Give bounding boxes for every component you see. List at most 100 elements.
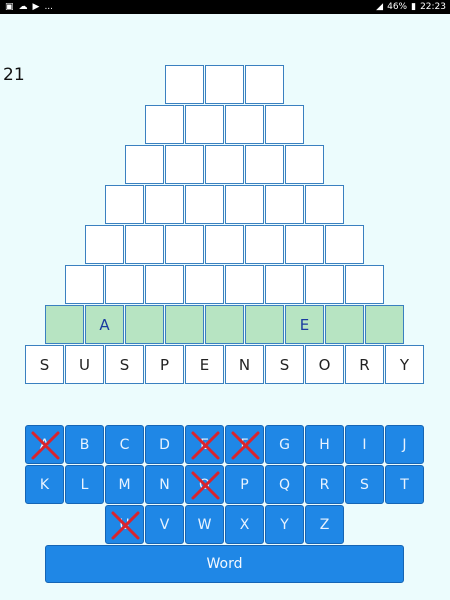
pyramid-cell: O <box>305 345 344 384</box>
pyramid-cell <box>105 185 144 224</box>
key-k[interactable]: K <box>25 465 64 504</box>
pyramid-cell: A <box>85 305 124 344</box>
key-label: R <box>319 476 330 493</box>
word-button[interactable]: Word <box>45 545 404 583</box>
key-label: P <box>240 476 249 493</box>
pyramid-cell <box>205 225 244 264</box>
key-z[interactable]: Z <box>305 505 344 544</box>
key-label: Q <box>278 476 291 493</box>
pyramid-cell <box>265 265 304 304</box>
key-v[interactable]: V <box>145 505 184 544</box>
key-g[interactable]: G <box>265 425 304 464</box>
key-q[interactable]: Q <box>265 465 304 504</box>
key-label: E <box>200 436 209 453</box>
pyramid-cell <box>165 145 204 184</box>
pyramid-cell <box>245 65 284 104</box>
key-s[interactable]: S <box>345 465 384 504</box>
key-c[interactable]: C <box>105 425 144 464</box>
key-label: Y <box>280 516 289 533</box>
key-label: K <box>39 476 50 493</box>
pyramid-cell <box>305 185 344 224</box>
key-r[interactable]: R <box>305 465 344 504</box>
key-u[interactable]: U <box>105 505 144 544</box>
pyramid-cell <box>45 305 84 344</box>
pyramid-cell: S <box>265 345 304 384</box>
word-pyramid: AESUSPENSORY <box>0 0 450 400</box>
pyramid-cell: R <box>345 345 384 384</box>
pyramid-cell <box>65 265 104 304</box>
pyramid-cell <box>225 265 264 304</box>
pyramid-cell: P <box>145 345 184 384</box>
key-a[interactable]: A <box>25 425 64 464</box>
key-w[interactable]: W <box>185 505 224 544</box>
key-label: M <box>118 476 131 493</box>
key-label: S <box>360 476 369 493</box>
pyramid-cell <box>265 185 304 224</box>
pyramid-cell <box>245 145 284 184</box>
pyramid-cell <box>325 305 364 344</box>
key-y[interactable]: Y <box>265 505 304 544</box>
pyramid-cell <box>245 305 284 344</box>
key-m[interactable]: M <box>105 465 144 504</box>
key-label: O <box>198 476 211 493</box>
pyramid-cell <box>125 145 164 184</box>
pyramid-cell: N <box>225 345 264 384</box>
pyramid-cell <box>285 225 324 264</box>
key-label: J <box>402 436 407 453</box>
key-f[interactable]: F <box>225 425 264 464</box>
key-label: A <box>39 436 50 453</box>
pyramid-cell <box>225 105 264 144</box>
pyramid-cell <box>145 265 184 304</box>
pyramid-cell: S <box>105 345 144 384</box>
pyramid-cell <box>325 225 364 264</box>
pyramid-cell <box>365 305 404 344</box>
pyramid-cell <box>165 225 204 264</box>
pyramid-cell: U <box>65 345 104 384</box>
key-label: H <box>319 436 330 453</box>
key-h[interactable]: H <box>305 425 344 464</box>
key-label: C <box>119 436 130 453</box>
key-t[interactable]: T <box>385 465 424 504</box>
pyramid-cell <box>165 305 204 344</box>
pyramid-cell <box>145 105 184 144</box>
key-label: B <box>79 436 90 453</box>
key-e[interactable]: E <box>185 425 224 464</box>
pyramid-cell <box>105 265 144 304</box>
key-label: W <box>197 516 212 533</box>
key-label: Z <box>319 516 330 533</box>
key-d[interactable]: D <box>145 425 184 464</box>
pyramid-cell <box>305 265 344 304</box>
pyramid-cell <box>245 225 284 264</box>
key-label: V <box>159 516 170 533</box>
key-label: L <box>80 476 89 493</box>
key-j[interactable]: J <box>385 425 424 464</box>
pyramid-cell <box>205 305 244 344</box>
key-label: D <box>159 436 170 453</box>
key-label: I <box>362 436 367 453</box>
pyramid-cell <box>285 145 324 184</box>
pyramid-cell <box>205 145 244 184</box>
key-label: N <box>159 476 170 493</box>
pyramid-cell <box>85 225 124 264</box>
pyramid-cell <box>145 185 184 224</box>
pyramid-cell <box>265 105 304 144</box>
pyramid-cell: S <box>25 345 64 384</box>
pyramid-cell <box>185 185 224 224</box>
key-label: G <box>279 436 290 453</box>
pyramid-cell: Y <box>385 345 424 384</box>
pyramid-cell <box>205 65 244 104</box>
pyramid-cell <box>225 185 264 224</box>
key-label: F <box>240 436 249 453</box>
key-x[interactable]: X <box>225 505 264 544</box>
key-label: U <box>119 516 130 533</box>
pyramid-cell <box>185 265 224 304</box>
pyramid-cell <box>165 65 204 104</box>
key-label: X <box>239 516 250 533</box>
key-i[interactable]: I <box>345 425 384 464</box>
key-l[interactable]: L <box>65 465 104 504</box>
key-p[interactable]: P <box>225 465 264 504</box>
key-n[interactable]: N <box>145 465 184 504</box>
key-o[interactable]: O <box>185 465 224 504</box>
key-b[interactable]: B <box>65 425 104 464</box>
pyramid-cell <box>125 305 164 344</box>
